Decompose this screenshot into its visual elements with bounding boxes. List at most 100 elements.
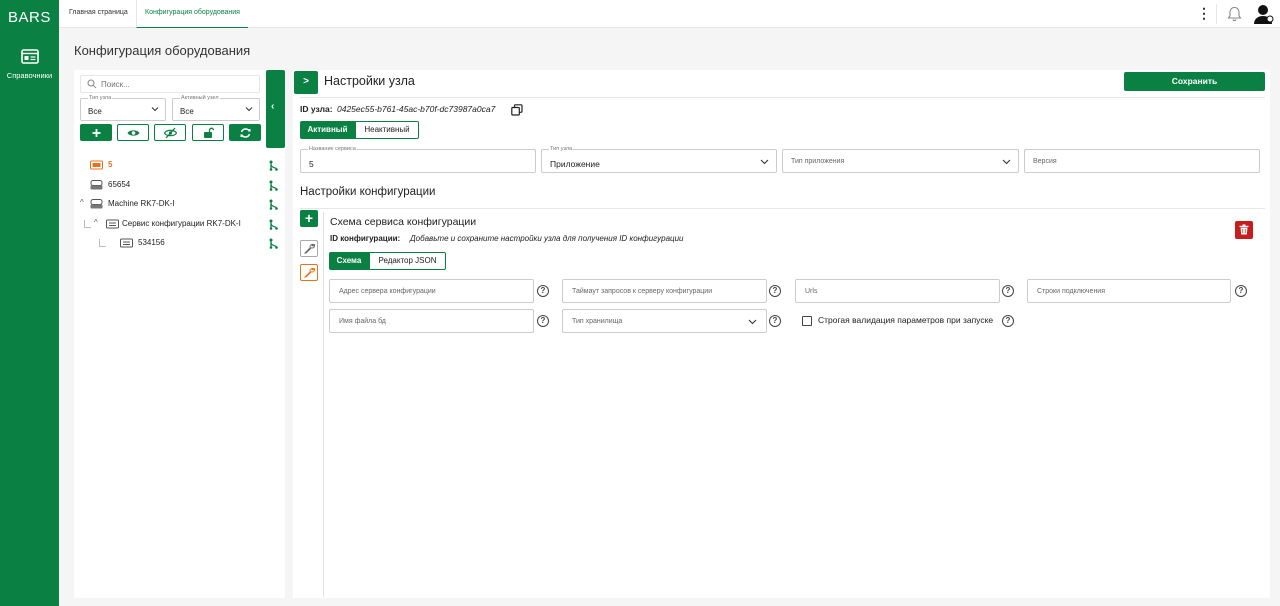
version-placeholder: Версия [1033, 158, 1057, 165]
help-icon[interactable]: ? [1002, 315, 1014, 327]
timeout-field[interactable]: Таймаут запросов к серверу конфигурации [562, 279, 767, 303]
tree-node[interactable]: 5 [90, 158, 260, 172]
schema-title: Схема сервиса конфигурации [330, 216, 477, 228]
trash-icon [1239, 224, 1249, 235]
storage-type-placeholder: Тип хранилища [572, 318, 623, 325]
search-input[interactable] [101, 76, 251, 92]
hide-inactive-button[interactable] [154, 124, 186, 141]
expand-panel-button[interactable]: > [294, 71, 318, 94]
chevron-up-icon[interactable]: ^ [94, 216, 98, 230]
tab-home[interactable]: Главная страница [69, 0, 128, 28]
service-icon [106, 219, 119, 229]
server-address-placeholder: Адрес сервера конфигурации [339, 288, 436, 295]
add-config-button[interactable]: + [300, 210, 318, 227]
chevron-down-icon [748, 319, 757, 325]
show-all-button[interactable] [117, 124, 149, 141]
chevron-down-icon [151, 107, 159, 112]
tree-node[interactable]: ^ Сервис конфигурации RK7-DK-I [94, 217, 264, 231]
db-file-field[interactable]: Имя файла бд [329, 309, 534, 333]
version-field[interactable]: Версия [1024, 149, 1260, 173]
server-address-field[interactable]: Адрес сервера конфигурации [329, 279, 534, 303]
user-avatar-icon[interactable] [1253, 3, 1275, 25]
branch-icon[interactable] [269, 180, 278, 191]
help-icon[interactable]: ? [537, 315, 549, 327]
connection-strings-placeholder: Строки подключения [1037, 288, 1106, 295]
page-title: Конфигурация оборудования [74, 43, 251, 58]
search-box[interactable] [80, 75, 260, 93]
bell-icon[interactable] [1227, 6, 1242, 22]
help-icon[interactable]: ? [769, 285, 781, 297]
help-icon[interactable]: ? [1235, 285, 1247, 297]
service-name-value: 5 [309, 159, 314, 169]
node-settings-title: Настройки узла [324, 74, 415, 88]
db-file-placeholder: Имя файла бд [339, 318, 386, 325]
reference-book-icon[interactable] [21, 49, 39, 64]
help-icon[interactable]: ? [1002, 285, 1014, 297]
chevron-right-icon: > [303, 76, 309, 87]
branch-icon[interactable] [269, 219, 278, 230]
tab-schema[interactable]: Схема [329, 252, 369, 270]
node-id-value: 0425ec55-b761-45ac-b70f-dc73987a0ca7 [337, 104, 496, 114]
urls-placeholder: Urls [805, 288, 818, 295]
server-icon [90, 180, 103, 190]
tree-node[interactable]: 534156 [120, 236, 260, 250]
tree-panel [74, 70, 285, 598]
eye-off-icon [164, 127, 177, 139]
help-icon[interactable]: ? [537, 285, 549, 297]
device-icon [90, 160, 103, 170]
divider [300, 208, 1265, 209]
tree-node[interactable]: ^ Machine RK7-DK-I [80, 197, 260, 211]
tab-json-editor[interactable]: Редактор JSON [369, 252, 446, 270]
search-icon [87, 79, 97, 89]
tab-equipment-config[interactable]: Конфигурация оборудования [136, 0, 248, 28]
storage-type-select[interactable]: Тип хранилища [562, 309, 767, 333]
node-type-value: Приложение [550, 159, 600, 169]
chevron-up-icon[interactable]: ^ [80, 196, 84, 210]
service-name-field[interactable]: Название сервиса 5 [300, 146, 536, 173]
urls-field[interactable]: Urls [795, 279, 1000, 303]
collapse-panel-button[interactable]: ‹ [266, 70, 285, 148]
server-icon [90, 199, 103, 209]
node-type-filter[interactable]: Тип узла Все [80, 95, 166, 121]
branch-icon[interactable] [269, 160, 278, 171]
config-tool-button[interactable] [300, 240, 318, 257]
tree-node-label: Сервис конфигурации RK7-DK-I [122, 219, 241, 228]
branch-icon[interactable] [269, 238, 278, 249]
timeout-placeholder: Таймаут запросов к серверу конфигурации [572, 288, 713, 295]
refresh-button[interactable] [229, 124, 261, 141]
tree-node-label: Machine RK7-DK-I [108, 199, 175, 208]
node-type-filter-value: Все [88, 107, 102, 116]
eye-icon [127, 130, 140, 136]
config-id-label: ID конфигурации: [330, 234, 401, 243]
node-type-select[interactable]: Тип узла Приложение [541, 146, 777, 173]
node-type-label: Тип узла [549, 146, 574, 152]
add-node-button[interactable] [80, 124, 112, 141]
strict-validation-checkbox[interactable] [802, 316, 812, 326]
tree-connector [84, 220, 91, 228]
connection-strings-field[interactable]: Строки подключения [1027, 279, 1231, 303]
active-node-filter[interactable]: Активный узел Все [172, 95, 260, 121]
branch-icon[interactable] [269, 199, 278, 210]
app-type-select[interactable]: Тип приложения [782, 149, 1019, 173]
unlock-button[interactable] [192, 124, 224, 141]
config-tool-active-button[interactable] [300, 264, 318, 281]
node-type-filter-label: Тип узла [88, 95, 113, 101]
app-type-placeholder: Тип приложения [791, 158, 845, 165]
app-logo[interactable]: BARS [8, 9, 51, 26]
sidebar [0, 0, 59, 606]
inactive-toggle-button[interactable]: Неактивный [355, 121, 419, 139]
help-icon[interactable]: ? [769, 315, 781, 327]
chevron-left-icon: ‹ [271, 101, 275, 112]
more-menu-icon[interactable]: ⋮ [1197, 6, 1211, 22]
active-toggle-button[interactable]: Активный [300, 121, 355, 139]
copy-icon[interactable] [511, 104, 523, 116]
config-id-value: Добавьте и сохраните настройки узла для … [410, 234, 684, 243]
chevron-down-icon [760, 159, 769, 165]
chevron-down-icon [1002, 159, 1011, 165]
strict-validation-label[interactable]: Строгая валидация параметров при запуске [818, 315, 993, 325]
save-button[interactable]: Сохранить [1124, 72, 1265, 91]
delete-config-button[interactable] [1235, 221, 1253, 239]
tree-node[interactable]: 65654 [90, 178, 260, 192]
sidebar-item-references[interactable]: Справочники [0, 71, 59, 80]
topbar-divider [1216, 4, 1217, 24]
